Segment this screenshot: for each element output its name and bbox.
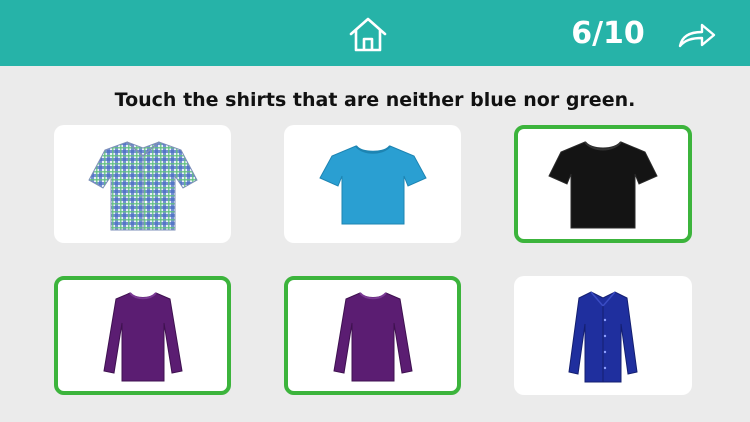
plaid-shirt-image: [87, 141, 198, 231]
home-button[interactable]: [346, 13, 390, 55]
option-card-blue-blouse[interactable]: [514, 276, 692, 395]
forward-arrow-icon: [678, 23, 716, 48]
blue-blouse-image: [568, 290, 638, 382]
progress-counter: 6/10: [571, 16, 645, 51]
option-card-purple-longsleeve-2[interactable]: [284, 276, 461, 395]
option-card-purple-longsleeve-1[interactable]: [54, 276, 231, 395]
next-button[interactable]: [674, 18, 720, 52]
option-card-blue-tshirt[interactable]: [284, 125, 461, 243]
option-card-plaid-shirt[interactable]: [54, 125, 231, 243]
black-tshirt-image: [548, 141, 658, 229]
top-bar: 6/10: [0, 0, 750, 66]
purple-longsleeve-image: [102, 291, 183, 381]
option-card-black-tshirt[interactable]: [514, 125, 692, 243]
home-icon: [349, 17, 387, 52]
question-text: Touch the shirts that are neither blue n…: [114, 89, 636, 111]
purple-longsleeve-image: [332, 291, 413, 381]
blue-tshirt-image: [318, 145, 427, 225]
